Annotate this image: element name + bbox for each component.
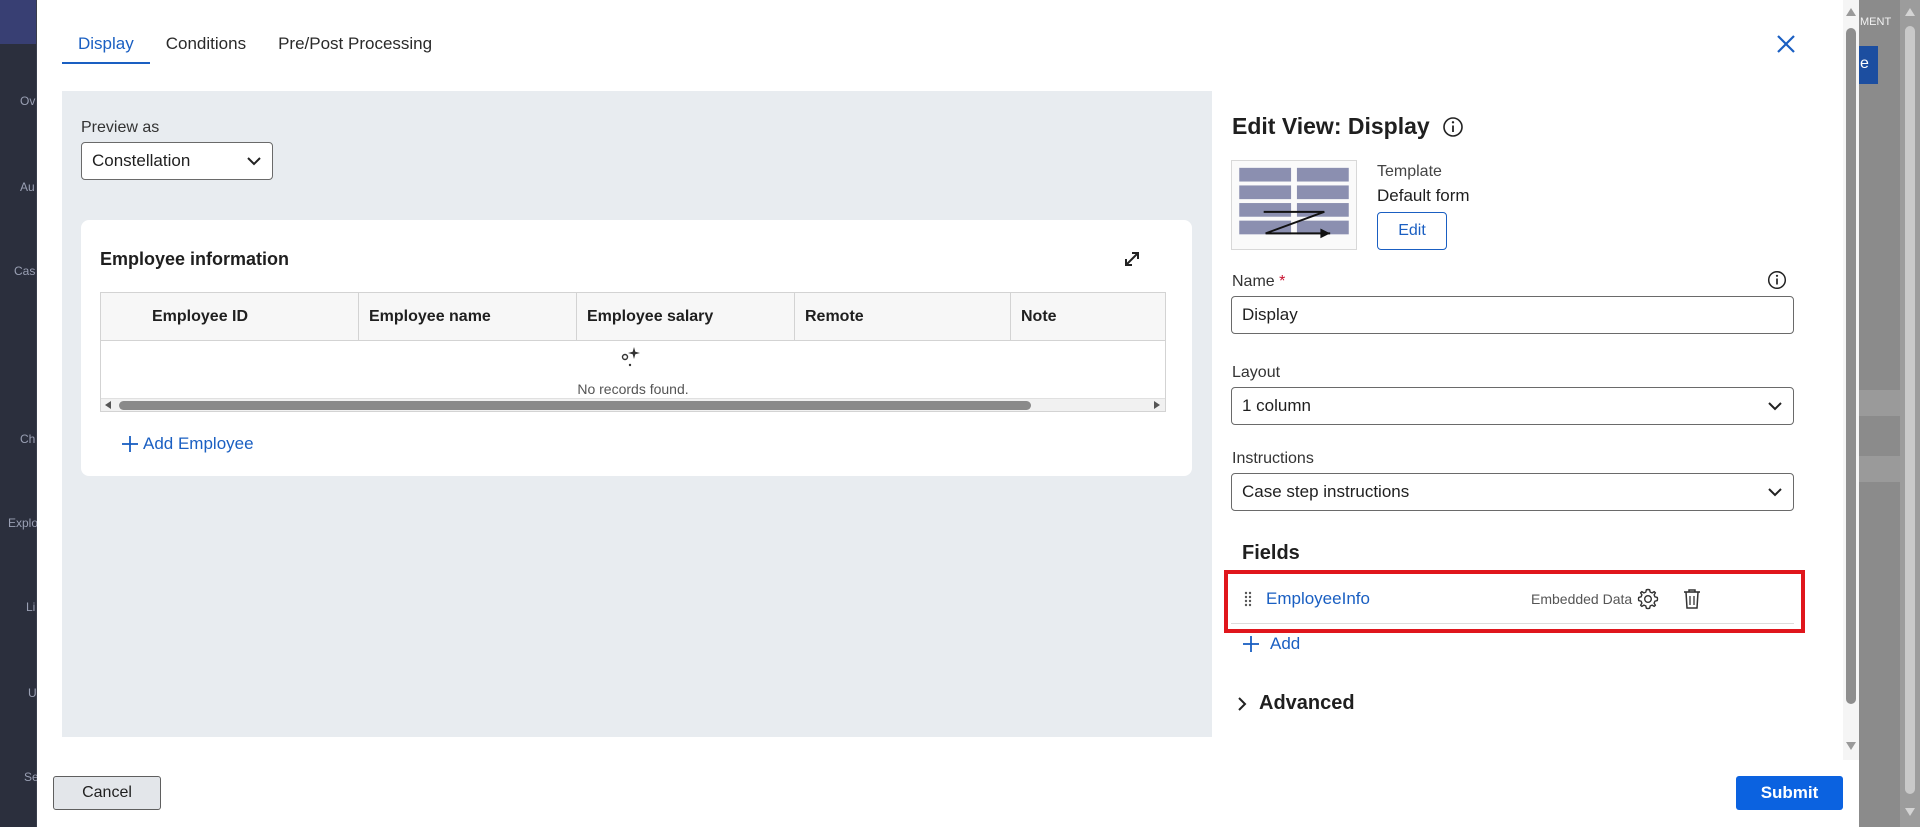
instructions-select-value: Case step instructions bbox=[1242, 482, 1410, 501]
column-header-employee-salary[interactable]: Employee salary bbox=[577, 293, 795, 340]
tab-pre-post-processing[interactable]: Pre/Post Processing bbox=[262, 30, 448, 64]
edit-view-modal: Display Conditions Pre/Post Processing P… bbox=[37, 0, 1859, 827]
scrollbar-thumb[interactable] bbox=[119, 401, 1031, 410]
required-marker: * bbox=[1279, 273, 1286, 290]
layout-label: Layout bbox=[1232, 364, 1281, 381]
background-fragment: MENT bbox=[1860, 16, 1892, 28]
tab-bar: Display Conditions Pre/Post Processing bbox=[62, 30, 448, 64]
employee-table: Employee ID Employee name Employee salar… bbox=[100, 292, 1166, 412]
chevron-down-icon bbox=[247, 157, 261, 166]
page-vertical-scrollbar[interactable] bbox=[1900, 0, 1920, 827]
add-employee-label: Add Employee bbox=[143, 434, 254, 453]
scrollbar-thumb[interactable] bbox=[1905, 26, 1915, 794]
preview-pane: Preview as Constellation Employee inform… bbox=[62, 91, 1212, 737]
preview-as-value: Constellation bbox=[92, 151, 191, 170]
background-button: e bbox=[1858, 46, 1878, 84]
chevron-right-icon bbox=[1238, 696, 1247, 711]
preview-as-select[interactable]: Constellation bbox=[81, 142, 273, 180]
name-input[interactable]: Display bbox=[1231, 296, 1794, 334]
template-label: Template bbox=[1377, 163, 1442, 180]
modal-vertical-scrollbar[interactable] bbox=[1843, 0, 1859, 760]
background-logo-area bbox=[0, 0, 36, 44]
tab-conditions[interactable]: Conditions bbox=[150, 30, 262, 64]
background-nav-fragment: U bbox=[28, 686, 37, 700]
scroll-right-arrow[interactable] bbox=[1154, 401, 1160, 409]
field-row-highlight bbox=[1224, 570, 1805, 633]
column-header-remote[interactable]: Remote bbox=[795, 293, 1011, 340]
table-horizontal-scrollbar[interactable] bbox=[101, 398, 1165, 411]
scroll-down-arrow[interactable] bbox=[1905, 808, 1915, 816]
no-records-message: No records found. bbox=[577, 381, 689, 397]
column-header-note[interactable]: Note bbox=[1011, 293, 1165, 340]
preview-as-label: Preview as bbox=[81, 119, 160, 136]
edit-view-title-text: Edit View: Display bbox=[1232, 113, 1430, 139]
plus-icon bbox=[122, 436, 138, 452]
template-thumbnail-icon bbox=[1231, 160, 1357, 250]
background-nav-fragment: Ov bbox=[20, 94, 36, 108]
add-field-label: Add bbox=[1270, 634, 1301, 653]
scrollbar-thumb[interactable] bbox=[1846, 28, 1856, 704]
tab-display[interactable]: Display bbox=[62, 30, 150, 64]
instructions-label: Instructions bbox=[1232, 450, 1314, 467]
background-nav-fragment: Explo bbox=[8, 516, 39, 530]
submit-button[interactable]: Submit bbox=[1736, 776, 1843, 810]
scroll-up-arrow[interactable] bbox=[1846, 8, 1856, 16]
table-header: Employee ID Employee name Employee salar… bbox=[101, 293, 1165, 341]
info-icon[interactable] bbox=[1442, 116, 1464, 138]
edit-template-button[interactable]: Edit bbox=[1377, 212, 1447, 250]
close-icon[interactable] bbox=[1772, 30, 1800, 58]
edit-view-title: Edit View: Display bbox=[1232, 113, 1464, 140]
scroll-down-arrow[interactable] bbox=[1846, 742, 1856, 750]
name-info-icon[interactable] bbox=[1767, 270, 1787, 290]
column-header-employee-id[interactable]: Employee ID bbox=[101, 293, 359, 340]
chevron-down-icon bbox=[1768, 488, 1782, 497]
layout-select-value: 1 column bbox=[1242, 396, 1311, 415]
add-field-button[interactable]: Add bbox=[1242, 634, 1300, 654]
add-employee-button[interactable]: Add Employee bbox=[121, 434, 254, 454]
column-header-employee-name[interactable]: Employee name bbox=[359, 293, 577, 340]
background-nav-fragment: Cas bbox=[14, 264, 36, 278]
background-nav-fragment: Au bbox=[20, 180, 35, 194]
plus-icon bbox=[1243, 636, 1259, 652]
background-left-nav: Ov Au Cas Ch Explo Li U Se bbox=[0, 0, 39, 827]
template-value: Default form bbox=[1377, 186, 1470, 205]
advanced-section-toggle[interactable]: Advanced bbox=[1237, 692, 1355, 715]
fields-heading: Fields bbox=[1242, 542, 1300, 564]
cancel-button[interactable]: Cancel bbox=[53, 776, 161, 810]
expand-icon[interactable] bbox=[1121, 248, 1143, 270]
name-label: Name * bbox=[1232, 273, 1286, 290]
layout-select[interactable]: 1 column bbox=[1231, 387, 1794, 425]
sparkle-icon bbox=[621, 347, 640, 367]
background-nav-fragment: Li bbox=[26, 600, 36, 614]
advanced-label: Advanced bbox=[1259, 692, 1355, 714]
scroll-left-arrow[interactable] bbox=[105, 401, 111, 409]
chevron-down-icon bbox=[1768, 402, 1782, 411]
employee-information-card: Employee information Employee ID Employe… bbox=[81, 220, 1192, 476]
background-nav-fragment: Ch bbox=[20, 432, 36, 446]
instructions-select[interactable]: Case step instructions bbox=[1231, 473, 1794, 511]
name-input-value: Display bbox=[1242, 305, 1298, 324]
card-title: Employee information bbox=[100, 249, 290, 269]
scroll-up-arrow[interactable] bbox=[1905, 8, 1915, 16]
